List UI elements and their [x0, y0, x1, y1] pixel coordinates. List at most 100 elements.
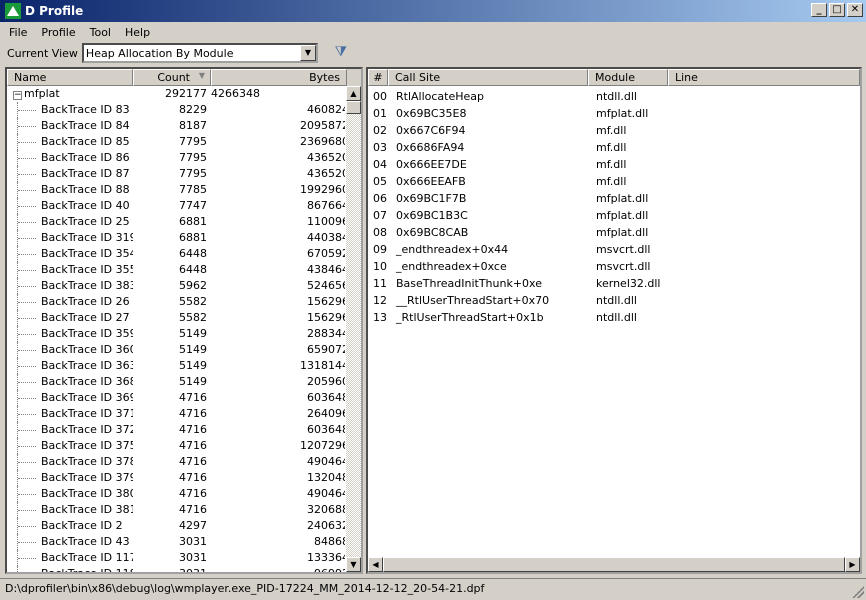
tree-row[interactable]: BackTrace ID 383 5962 524656: [7, 278, 361, 294]
resize-grip-icon[interactable]: [852, 586, 864, 598]
callstack-row[interactable]: 05 0x666EEAFB mf.dll: [368, 173, 860, 190]
callstack-row[interactable]: 06 0x69BC1F7B mfplat.dll: [368, 190, 860, 207]
tree-row[interactable]: BackTrace ID 40 7747 867664: [7, 198, 361, 214]
frame-index: 05: [373, 175, 387, 188]
tree-row[interactable]: BackTrace ID 372 4716 603648: [7, 422, 361, 438]
callstack-row[interactable]: 11 BaseThreadInitThunk+0xe kernel32.dll: [368, 275, 860, 292]
column-bytes[interactable]: Bytes: [211, 69, 347, 86]
call-site: 0x667C6F94: [396, 124, 466, 137]
tree-line: [17, 454, 41, 470]
callstack-row[interactable]: 03 0x6686FA94 mf.dll: [368, 139, 860, 156]
row-label: BackTrace ID 383: [41, 279, 133, 292]
collapse-icon[interactable]: −: [13, 91, 22, 100]
row-name: BackTrace ID 26: [7, 294, 133, 310]
scroll-up-icon[interactable]: ▲: [346, 86, 361, 101]
menu-profile[interactable]: Profile: [36, 26, 80, 39]
minimize-button[interactable]: _: [811, 3, 827, 17]
tree-row-root[interactable]: − mfplat 292177 4266348: [7, 86, 361, 102]
callstack-row[interactable]: 02 0x667C6F94 mf.dll: [368, 122, 860, 139]
tree-row[interactable]: BackTrace ID 86 7795 436520: [7, 150, 361, 166]
tree-row[interactable]: BackTrace ID 27 5582 156296: [7, 310, 361, 326]
column-count[interactable]: Count ▼: [133, 69, 211, 86]
tree-row[interactable]: BackTrace ID 354 6448 670592: [7, 246, 361, 262]
row-bytes-value: 490464: [307, 455, 345, 468]
row-name: BackTrace ID 381: [7, 502, 133, 518]
row-label: BackTrace ID 371: [41, 407, 133, 420]
callstack-row[interactable]: 07 0x69BC1B3C mfplat.dll: [368, 207, 860, 224]
scroll-thumb[interactable]: [346, 101, 361, 114]
tree-row[interactable]: BackTrace ID 83 8229 460824: [7, 102, 361, 118]
right-horizontal-scrollbar[interactable]: ◀ ▶: [368, 557, 860, 572]
tree-row[interactable]: BackTrace ID 363 5149 1318144: [7, 358, 361, 374]
call-site: __RtlUserThreadStart+0x70: [396, 294, 550, 307]
tree-row[interactable]: BackTrace ID 378 4716 490464: [7, 454, 361, 470]
callstack-row[interactable]: 08 0x69BC8CAB mfplat.dll: [368, 224, 860, 241]
callstack-header: # Call Site Module Line: [368, 69, 860, 86]
tree-row[interactable]: BackTrace ID 319 6881 440384: [7, 230, 361, 246]
tree-row[interactable]: BackTrace ID 87 7795 436520: [7, 166, 361, 182]
tree-row[interactable]: BackTrace ID 26 5582 156296: [7, 294, 361, 310]
callstack-row[interactable]: 09 _endthreadex+0x44 msvcrt.dll: [368, 241, 860, 258]
tree-row[interactable]: BackTrace ID 355 6448 438464: [7, 262, 361, 278]
scroll-down-icon[interactable]: ▼: [346, 557, 361, 572]
column-line[interactable]: Line: [668, 69, 860, 86]
column-name[interactable]: Name: [7, 69, 133, 86]
row-bytes-value: 438464: [307, 263, 345, 276]
callstack-row[interactable]: 13 _RtlUserThreadStart+0x1b ntdll.dll: [368, 309, 860, 326]
tree-row[interactable]: BackTrace ID 371 4716 264096: [7, 406, 361, 422]
tree-row[interactable]: BackTrace ID 359 5149 288344: [7, 326, 361, 342]
tree-row[interactable]: BackTrace ID 43 3031 84868: [7, 534, 361, 550]
row-bytes-value: 436520: [307, 151, 345, 164]
current-view-select[interactable]: Heap Allocation By Module ▼: [81, 43, 318, 63]
row-count: 4716: [179, 439, 207, 452]
tree-row[interactable]: BackTrace ID 379 4716 132048: [7, 470, 361, 486]
menu-file[interactable]: File: [4, 26, 32, 39]
tree-row[interactable]: BackTrace ID 368 5149 205960: [7, 374, 361, 390]
tree-row[interactable]: BackTrace ID 369 4716 603648: [7, 390, 361, 406]
row-name: BackTrace ID 86: [7, 150, 133, 166]
frame-index: 00: [373, 90, 387, 103]
callstack-row[interactable]: 00 RtlAllocateHeap ntdll.dll: [368, 88, 860, 105]
scroll-left-icon[interactable]: ◀: [368, 557, 383, 572]
left-vertical-scrollbar[interactable]: ▲ ▼: [346, 86, 361, 572]
dropdown-arrow-icon[interactable]: ▼: [299, 45, 316, 61]
callstack-row[interactable]: 04 0x666EE7DE mf.dll: [368, 156, 860, 173]
column-call-site[interactable]: Call Site: [388, 69, 588, 86]
row-name: BackTrace ID 83: [7, 102, 133, 118]
row-name: BackTrace ID 359: [7, 326, 133, 342]
tree-row[interactable]: BackTrace ID 2 4297 240632: [7, 518, 361, 534]
row-bytes-value: 132048: [307, 471, 345, 484]
row-bytes-value: 440384: [307, 231, 345, 244]
callstack-row[interactable]: 01 0x69BC35E8 mfplat.dll: [368, 105, 860, 122]
row-count: 7795: [179, 167, 207, 180]
tree-row[interactable]: BackTrace ID 118 3031 96992: [7, 566, 361, 574]
filter-icon[interactable]: ⧩: [332, 44, 350, 62]
tree-row[interactable]: BackTrace ID 88 7785 1992960: [7, 182, 361, 198]
menu-help[interactable]: Help: [120, 26, 155, 39]
scroll-thumb[interactable]: [383, 557, 845, 572]
status-file-path: D:\dprofiler\bin\x86\debug\log\wmplayer.…: [5, 582, 485, 595]
scroll-right-icon[interactable]: ▶: [845, 557, 860, 572]
close-button[interactable]: ✕: [847, 3, 863, 17]
row-bytes-value: 96992: [314, 567, 345, 574]
tree-row[interactable]: BackTrace ID 84 8187 2095872: [7, 118, 361, 134]
tree-row[interactable]: BackTrace ID 375 4716 1207296: [7, 438, 361, 454]
maximize-button[interactable]: □: [829, 3, 845, 17]
callstack-row[interactable]: 10 _endthreadex+0xce msvcrt.dll: [368, 258, 860, 275]
column-index[interactable]: #: [368, 69, 388, 86]
tree-row[interactable]: BackTrace ID 381 4716 320688: [7, 502, 361, 518]
tree-row[interactable]: BackTrace ID 85 7795 2369680: [7, 134, 361, 150]
menu-tool[interactable]: Tool: [85, 26, 116, 39]
row-label: BackTrace ID 319: [41, 231, 133, 244]
column-module[interactable]: Module: [588, 69, 668, 86]
tree-row[interactable]: BackTrace ID 25 6881 110096: [7, 214, 361, 230]
row-count: 4716: [179, 503, 207, 516]
tree-row[interactable]: BackTrace ID 380 4716 490464: [7, 486, 361, 502]
tree-row[interactable]: BackTrace ID 360 5149 659072: [7, 342, 361, 358]
row-label: BackTrace ID 359: [41, 327, 133, 340]
tree-row[interactable]: BackTrace ID 117 3031 133364: [7, 550, 361, 566]
row-label: BackTrace ID 2: [41, 519, 123, 532]
tree-line: [17, 134, 41, 150]
callstack-row[interactable]: 12 __RtlUserThreadStart+0x70 ntdll.dll: [368, 292, 860, 309]
current-view-label: Current View: [7, 46, 78, 60]
